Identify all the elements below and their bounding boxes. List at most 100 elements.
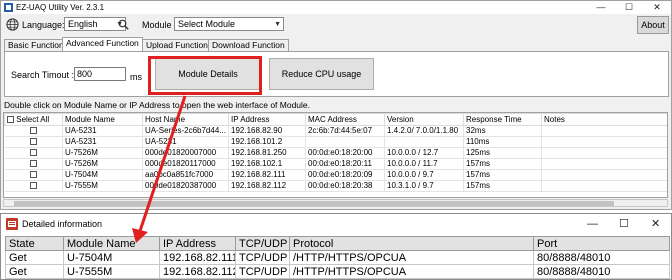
- horizontal-scrollbar[interactable]: [3, 199, 668, 207]
- column-header[interactable]: Response Time: [463, 113, 542, 126]
- ip-address-cell: 192.168.82.112: [159, 264, 236, 279]
- module-name-cell: U-7504M: [63, 250, 160, 265]
- row-checkbox[interactable]: [29, 160, 37, 168]
- column-header[interactable]: IP Address: [159, 236, 236, 251]
- column-header[interactable]: Module Name: [63, 236, 160, 251]
- minimize-button[interactable]: —: [587, 217, 598, 231]
- column-header[interactable]: Module Name: [62, 113, 143, 126]
- table-row[interactable]: U-7526M 000de01820007000 192.168.81.250 …: [4, 147, 667, 159]
- module-name-cell[interactable]: UA-5231: [62, 125, 143, 137]
- row-checkbox[interactable]: [29, 182, 37, 190]
- host-name-cell: 000de01820387000: [142, 180, 229, 192]
- column-header[interactable]: State: [5, 236, 64, 251]
- host-name-cell: UA-Series-2c6b7d44...: [142, 125, 229, 137]
- about-button[interactable]: About: [637, 16, 669, 34]
- column-header[interactable]: Port: [533, 236, 670, 251]
- module-label: Module: [142, 20, 172, 30]
- mac-address-cell: 00:0d:e0:18:20:11: [305, 158, 385, 170]
- row-checkbox[interactable]: [29, 149, 37, 157]
- table-row[interactable]: UA-5231 UA-Series-2c6b7d44... 192.168.82…: [4, 125, 667, 137]
- ip-address-cell[interactable]: 192.168.82.112: [228, 180, 306, 192]
- detail-header-row: State Module Name IP Address TCP/UDP Pro…: [5, 236, 670, 251]
- ip-address-cell[interactable]: 192.168.81.250: [228, 147, 306, 159]
- table-row[interactable]: U-7504M aa0bc0a851fc7000 192.168.82.111 …: [4, 169, 667, 181]
- ip-address-cell[interactable]: 192.168.101.2: [228, 136, 306, 148]
- response-time-cell: 32ms: [463, 125, 542, 137]
- tab-download-function[interactable]: Download Function: [208, 39, 289, 51]
- column-header[interactable]: IP Address: [228, 113, 306, 126]
- tcp-udp-cell: TCP/UDP: [235, 250, 290, 265]
- mac-address-cell: 00:0d:e0:18:20:09: [305, 169, 385, 181]
- notes-cell: [541, 125, 667, 137]
- notes-cell: [541, 169, 667, 181]
- module-name-cell[interactable]: U-7526M: [62, 158, 143, 170]
- mac-address-cell: [305, 136, 385, 148]
- reduce-cpu-usage-button[interactable]: Reduce CPU usage: [269, 58, 374, 90]
- mac-address-cell: 00:0d:e0:18:20:00: [305, 147, 385, 159]
- row-checkbox[interactable]: [29, 138, 37, 146]
- table-row[interactable]: U-7526M 000de01820117000 192.168.102.1 0…: [4, 158, 667, 170]
- table-row[interactable]: U-7555M 000de01820387000 192.168.82.112 …: [4, 180, 667, 192]
- language-label: Language:: [22, 20, 65, 30]
- module-select[interactable]: Select Module ▼: [174, 17, 284, 31]
- state-cell: Get: [5, 264, 64, 279]
- column-header[interactable]: MAC Address: [305, 113, 385, 126]
- ip-address-cell[interactable]: 192.168.102.1: [228, 158, 306, 170]
- table-row[interactable]: UA-5231 UA-5231 192.168.101.2 110ms: [4, 136, 667, 148]
- select-all-header[interactable]: Select All: [4, 113, 63, 126]
- version-cell: 10.0.0.0 / 9.7: [384, 169, 464, 181]
- protocol-cell: /HTTP/HTTPS/OPCUA: [289, 264, 534, 279]
- table-header-row: Select All Module Name Host Name IP Addr…: [4, 113, 667, 126]
- ip-address-cell[interactable]: 192.168.82.111: [228, 169, 306, 181]
- globe-icon: [6, 18, 19, 31]
- port-cell: 80/8888/48010: [533, 264, 670, 279]
- host-name-cell: 000de01820007000: [142, 147, 229, 159]
- column-header[interactable]: Protocol: [289, 236, 534, 251]
- response-time-cell: 110ms: [463, 136, 542, 148]
- row-select-cell[interactable]: [4, 158, 63, 170]
- app-logo-icon: [6, 218, 18, 230]
- version-cell: [384, 136, 464, 148]
- table-row[interactable]: Get U-7555M 192.168.82.112 TCP/UDP /HTTP…: [5, 264, 670, 279]
- minimize-button[interactable]: —: [587, 1, 615, 14]
- row-select-cell[interactable]: [4, 125, 63, 137]
- column-header[interactable]: Notes: [541, 113, 667, 126]
- tab-upload-function[interactable]: Upload Function: [142, 39, 212, 51]
- highlight-box: [148, 56, 262, 95]
- ip-address-cell[interactable]: 192.168.82.90: [228, 125, 306, 137]
- tab-advanced-function[interactable]: Advanced Function: [62, 37, 143, 51]
- close-button[interactable]: ✕: [643, 1, 671, 14]
- module-name-cell[interactable]: U-7555M: [62, 180, 143, 192]
- row-checkbox[interactable]: [29, 127, 37, 135]
- module-name-cell[interactable]: U-7504M: [62, 169, 143, 181]
- row-select-cell[interactable]: [4, 169, 63, 181]
- column-header[interactable]: TCP/UDP: [235, 236, 290, 251]
- module-name-cell[interactable]: U-7526M: [62, 147, 143, 159]
- column-header[interactable]: Host Name: [142, 113, 229, 126]
- row-select-cell[interactable]: [4, 180, 63, 192]
- row-checkbox[interactable]: [29, 171, 37, 179]
- maximize-button[interactable]: ☐: [619, 217, 629, 231]
- toolbar: Language: English ▼ Module Select Module…: [1, 15, 671, 36]
- select-all-checkbox[interactable]: [7, 115, 14, 123]
- column-header[interactable]: Version: [384, 113, 464, 126]
- version-cell: 10.0.0.0 / 11.7: [384, 158, 464, 170]
- select-all-label: Select All: [16, 114, 50, 124]
- maximize-button[interactable]: ☐: [615, 1, 643, 14]
- language-select[interactable]: English ▼: [64, 17, 126, 31]
- tab-basic-function[interactable]: Basic Function: [4, 39, 68, 51]
- module-name-cell[interactable]: UA-5231: [62, 136, 143, 148]
- scrollbar-thumb[interactable]: [14, 201, 614, 206]
- detail-table: State Module Name IP Address TCP/UDP Pro…: [5, 236, 670, 279]
- search-timeout-input[interactable]: 800: [74, 67, 126, 81]
- notes-cell: [541, 147, 667, 159]
- module-select-value: Select Module: [178, 19, 236, 29]
- row-select-cell[interactable]: [4, 136, 63, 148]
- table-row[interactable]: Get U-7504M 192.168.82.111 TCP/UDP /HTTP…: [5, 250, 670, 265]
- row-select-cell[interactable]: [4, 147, 63, 159]
- timeout-unit-label: ms: [130, 72, 142, 82]
- detail-window: Detailed information — ☐ ✕ State Module …: [0, 213, 672, 280]
- close-button[interactable]: ✕: [651, 217, 660, 231]
- module-table: Select All Module Name Host Name IP Addr…: [3, 112, 668, 198]
- notes-cell: [541, 136, 667, 148]
